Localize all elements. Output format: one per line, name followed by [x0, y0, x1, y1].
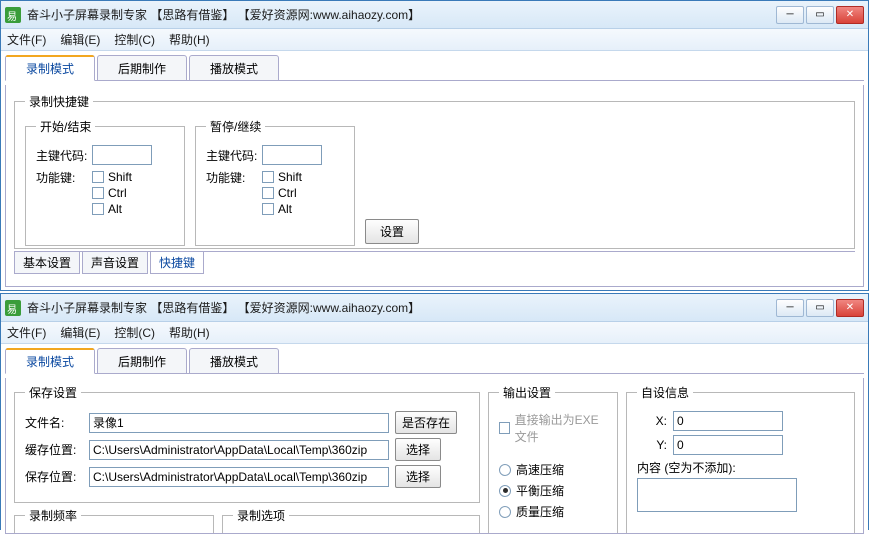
startend-shift-checkbox[interactable] [92, 171, 104, 183]
tab-play-2[interactable]: 播放模式 [189, 348, 279, 374]
modkey-label-2: 功能键: [206, 169, 262, 186]
save-choose-button[interactable]: 选择 [395, 465, 441, 488]
menu-file[interactable]: 文件(F) [7, 31, 46, 48]
cache-choose-button[interactable]: 选择 [395, 438, 441, 461]
main-tabs-2: 录制模式 后期制作 播放模式 [5, 348, 864, 374]
app-icon-2 [5, 300, 21, 316]
tab-post[interactable]: 后期制作 [97, 55, 187, 81]
modkey-label: 功能键: [36, 169, 92, 186]
out-fast-radio[interactable] [499, 464, 511, 476]
out-quality-radio[interactable] [499, 506, 511, 518]
bottom-tabs: 基本设置 声音设置 快捷键 [14, 251, 855, 274]
tab-record[interactable]: 录制模式 [5, 55, 95, 81]
pause-alt-checkbox[interactable] [262, 203, 274, 215]
tab-play[interactable]: 播放模式 [189, 55, 279, 81]
x-label: X: [637, 414, 667, 428]
savepath-label: 保存位置: [25, 468, 89, 485]
content-label: 内容 (空为不添加): [637, 459, 844, 476]
y-label: Y: [637, 438, 667, 452]
bottom-tab-sound[interactable]: 声音设置 [82, 252, 148, 274]
bottom-tab-basic[interactable]: 基本设置 [14, 252, 80, 274]
content-textarea[interactable] [637, 478, 797, 512]
app-title: 奋斗小子屏幕录制专家 【思路有借鉴】 【爱好资源网:www.aihaozy.co… [27, 6, 776, 23]
menu-help[interactable]: 帮助(H) [169, 31, 210, 48]
app-icon [5, 7, 21, 23]
startend-alt-checkbox[interactable] [92, 203, 104, 215]
out-fast-label: 高速压缩 [516, 461, 564, 478]
out-balance-radio[interactable] [499, 485, 511, 497]
out-quality-label: 质量压缩 [516, 503, 564, 520]
pause-shift-checkbox[interactable] [262, 171, 274, 183]
tab-record-2[interactable]: 录制模式 [5, 348, 95, 374]
minimize-button-2[interactable]: ─ [776, 299, 804, 317]
close-button-2[interactable]: ✕ [836, 299, 864, 317]
pause-ctrl-checkbox[interactable] [262, 187, 274, 199]
menubar: 文件(F) 编辑(E) 控制(C) 帮助(H) [1, 29, 868, 51]
main-tabs: 录制模式 后期制作 播放模式 [5, 55, 864, 81]
menu-control[interactable]: 控制(C) [114, 31, 155, 48]
menu-help-2[interactable]: 帮助(H) [169, 324, 210, 341]
keycode-label: 主键代码: [36, 147, 92, 164]
out-balance-label: 平衡压缩 [516, 482, 564, 499]
save-group-label: 保存设置 [25, 384, 81, 401]
tab-post-2[interactable]: 后期制作 [97, 348, 187, 374]
pause-keycode-input[interactable] [262, 145, 322, 165]
menu-edit-2[interactable]: 编辑(E) [60, 324, 100, 341]
menubar-2: 文件(F) 编辑(E) 控制(C) 帮助(H) [1, 322, 868, 344]
menu-control-2[interactable]: 控制(C) [114, 324, 155, 341]
exist-button[interactable]: 是否存在 [395, 411, 457, 434]
opt-group-label: 录制选项 [233, 507, 289, 524]
custom-group-label: 自设信息 [637, 384, 693, 401]
filename-label: 文件名: [25, 414, 89, 431]
startend-keycode-input[interactable] [92, 145, 152, 165]
menu-file-2[interactable]: 文件(F) [7, 324, 46, 341]
keycode-label-2: 主键代码: [206, 147, 262, 164]
set-button[interactable]: 设置 [365, 219, 419, 244]
hotkey-group-label: 录制快捷键 [25, 93, 93, 110]
out-exe-checkbox [499, 422, 510, 434]
titlebar: 奋斗小子屏幕录制专家 【思路有借鉴】 【爱好资源网:www.aihaozy.co… [1, 1, 868, 29]
startend-ctrl-checkbox[interactable] [92, 187, 104, 199]
x-input[interactable] [673, 411, 783, 431]
out-group-label: 输出设置 [499, 384, 555, 401]
pause-group-label: 暂停/继续 [206, 118, 265, 135]
menu-edit[interactable]: 编辑(E) [60, 31, 100, 48]
app-title-2: 奋斗小子屏幕录制专家 【思路有借鉴】 【爱好资源网:www.aihaozy.co… [27, 299, 776, 316]
filename-input[interactable] [89, 413, 389, 433]
y-input[interactable] [673, 435, 783, 455]
minimize-button[interactable]: ─ [776, 6, 804, 24]
bottom-tab-hotkey[interactable]: 快捷键 [150, 252, 204, 274]
cache-input[interactable] [89, 440, 389, 460]
maximize-button[interactable]: ▭ [806, 6, 834, 24]
freq-group-label: 录制频率 [25, 507, 81, 524]
titlebar-2: 奋斗小子屏幕录制专家 【思路有借鉴】 【爱好资源网:www.aihaozy.co… [1, 294, 868, 322]
maximize-button-2[interactable]: ▭ [806, 299, 834, 317]
savepath-input[interactable] [89, 467, 389, 487]
cache-label: 缓存位置: [25, 441, 89, 458]
startend-group-label: 开始/结束 [36, 118, 95, 135]
out-exe-label: 直接输出为EXE文件 [515, 411, 607, 445]
close-button[interactable]: ✕ [836, 6, 864, 24]
